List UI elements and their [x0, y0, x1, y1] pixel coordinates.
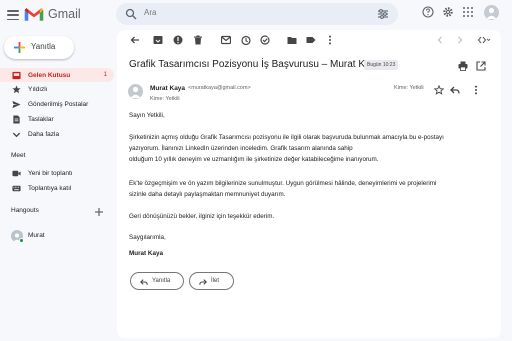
star-outline-icon[interactable]: [434, 85, 444, 95]
body-signature: Murat Kaya: [129, 250, 163, 257]
add-icon[interactable]: [94, 207, 104, 217]
recipient-line[interactable]: Kime: Yetkili: [150, 96, 180, 102]
hangout-user-name[interactable]: Murat: [28, 232, 45, 239]
sidebar-item-label: Gelen Kutusu: [28, 71, 71, 79]
back-arrow-icon[interactable]: [130, 35, 140, 45]
label-icon[interactable]: [306, 35, 316, 45]
top-bar: Gmail: [0, 0, 512, 30]
snooze-icon[interactable]: [241, 35, 251, 45]
input-tools-icon[interactable]: [477, 35, 491, 45]
compose-button[interactable]: Yanıtla: [4, 36, 74, 59]
search-bar[interactable]: [116, 3, 398, 25]
sidebar-item-label: Taslaklar: [28, 115, 54, 123]
more-vert-icon[interactable]: [325, 35, 335, 45]
help-icon[interactable]: [422, 6, 434, 18]
sender-name: Murat Kaya: [150, 85, 186, 92]
sidebar-item-starred[interactable]: Yıldızlı: [0, 82, 114, 96]
sidebar-item-label: Toplantıya katıl: [28, 184, 72, 192]
search-icon[interactable]: [125, 8, 137, 20]
inbox-icon: [12, 71, 21, 79]
chevron-down-icon: [12, 132, 21, 137]
date-badge: Bugün 10:23: [364, 60, 399, 70]
send-icon: [12, 100, 21, 108]
sidebar-item-sent[interactable]: Gönderilmiş Postalar: [0, 97, 114, 111]
reply-button-label: Yanıtla: [152, 278, 171, 284]
unread-count: 1: [103, 72, 107, 78]
meet-section-title: Meet: [11, 152, 26, 159]
mark-unread-icon[interactable]: [221, 35, 231, 45]
gmail-logo[interactable]: Gmail: [24, 6, 81, 22]
gear-icon[interactable]: [442, 6, 454, 18]
draft-icon: [13, 114, 20, 124]
archive-icon[interactable]: [153, 35, 163, 45]
sidebar-item-more[interactable]: Daha fazla: [0, 127, 114, 141]
sidebar-item-label: Gönderilmiş Postalar: [28, 100, 89, 108]
keyboard-icon: [12, 185, 21, 191]
sidebar-item-label: Yıldızlı: [28, 85, 48, 93]
body-greeting: Sayın Yetkili,: [129, 112, 165, 119]
move-to-folder-icon[interactable]: [287, 35, 297, 45]
apps-grid-icon[interactable]: [462, 6, 474, 18]
open-new-window-icon[interactable]: [476, 61, 486, 71]
sidebar-item-label: Daha fazla: [28, 130, 60, 138]
more-vert-icon[interactable]: [471, 85, 481, 95]
body-line: Şirketinizin açmış olduğu Grafik Tasarım…: [129, 134, 444, 141]
reply-button[interactable]: Yanıtla: [130, 272, 184, 290]
body-line: sizinle daha detaylı paylaşmaktan memnun…: [129, 191, 286, 198]
reply-icon: [140, 279, 148, 285]
email-subject: Grafik Tasarımcısı Pozisyonu İş Başvurus…: [129, 59, 382, 70]
chevron-left-icon[interactable]: [435, 35, 445, 45]
sidebar-item-join-meeting[interactable]: Toplantıya katıl: [0, 181, 114, 195]
compose-label: Yanıtla: [31, 42, 56, 51]
print-icon[interactable]: [458, 61, 468, 71]
video-icon: [12, 170, 21, 176]
search-input[interactable]: [144, 8, 364, 17]
add-task-icon[interactable]: [260, 35, 270, 45]
sidebar-item-drafts[interactable]: Taslaklar: [0, 112, 114, 126]
account-avatar[interactable]: [484, 5, 499, 20]
search-options-icon[interactable]: [377, 8, 389, 20]
forward-icon: [199, 279, 207, 285]
body-line: Ek'te özgeçmişim ve ön yazım bilgilerini…: [129, 180, 437, 187]
person-icon: [486, 7, 497, 19]
online-status-dot: [19, 238, 24, 243]
sidebar-item-new-meeting[interactable]: Yeni bir toplantı: [0, 166, 114, 180]
person-icon: [130, 86, 141, 98]
reply-icon[interactable]: [450, 85, 460, 95]
sidebar-item-inbox[interactable]: Gelen Kutusu 1: [0, 68, 114, 82]
forward-button-label: İlet: [211, 278, 220, 284]
body-line: Geri dönüşünüzü bekler, ilginiz için teş…: [129, 213, 275, 220]
forward-button[interactable]: İlet: [189, 272, 234, 290]
main-menu-button[interactable]: [6, 8, 20, 22]
hangouts-section-title: Hangouts: [11, 207, 39, 214]
sidebar-item-label: Yeni bir toplantı: [28, 169, 73, 177]
chevron-right-icon[interactable]: [455, 35, 465, 45]
report-spam-icon[interactable]: [173, 35, 183, 45]
email-view: Grafik Tasarımcısı Pozisyonu İş Başvurus…: [117, 30, 501, 338]
body-line: olduğum 10 yıllık deneyim ve uzmanlığım …: [129, 156, 379, 163]
body-signoff: Saygılarımla,: [129, 234, 166, 241]
sender-email: <muratkaya@gmail.com>: [188, 85, 251, 91]
sender-avatar[interactable]: [128, 84, 143, 99]
body-line: yazıyorum. İlanınızı LinkedIn üzerinden …: [129, 145, 353, 152]
app-name: Gmail: [48, 7, 81, 21]
star-icon: [12, 84, 21, 93]
plus-icon: [14, 42, 25, 53]
recipient-meta: Kime: Yetkili: [394, 85, 424, 91]
gmail-m-icon: [24, 8, 44, 21]
delete-icon[interactable]: [193, 35, 203, 45]
